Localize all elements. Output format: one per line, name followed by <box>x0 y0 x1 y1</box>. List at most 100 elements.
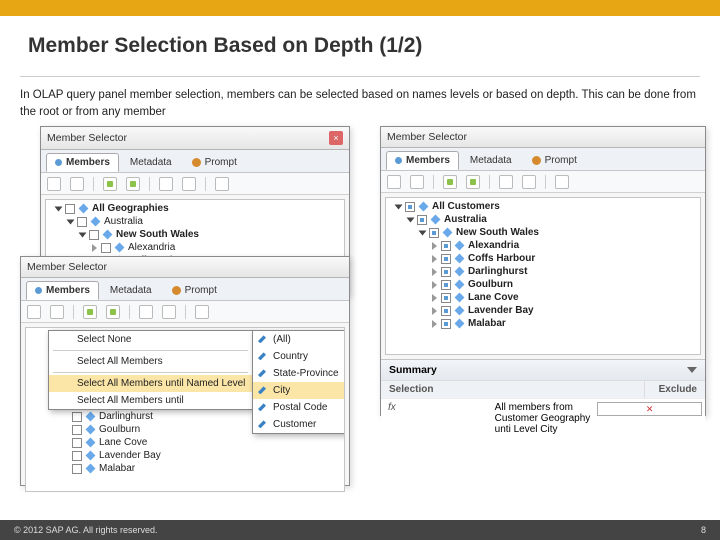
checkbox[interactable] <box>72 412 82 422</box>
tree-node[interactable]: Lavender Bay <box>99 450 161 461</box>
tree-node[interactable]: Goulburn <box>99 424 140 435</box>
tree-node[interactable]: All Customers <box>432 201 500 212</box>
level-option[interactable]: Country <box>253 348 345 365</box>
toolbar-icon[interactable] <box>499 175 513 189</box>
expand-icon[interactable] <box>432 281 437 289</box>
tree-node[interactable]: New South Wales <box>456 227 539 238</box>
expand-icon[interactable] <box>79 232 87 237</box>
toolbar-icon[interactable] <box>103 177 117 191</box>
tree-node[interactable]: Darlinghurst <box>99 411 153 422</box>
hierarchy-tree[interactable]: All Customers Australia New South Wales … <box>385 197 701 355</box>
delete-icon[interactable]: ✕ <box>597 402 702 416</box>
expand-icon[interactable] <box>92 244 97 252</box>
toolbar-icon[interactable] <box>195 305 209 319</box>
level-option[interactable]: City <box>253 382 345 399</box>
tree-node[interactable]: Alexandria <box>128 242 175 253</box>
tree-node[interactable]: Darlinghurst <box>468 266 527 277</box>
checkbox[interactable] <box>72 464 82 474</box>
toolbar-icon[interactable] <box>555 175 569 189</box>
toolbar-icon[interactable] <box>443 175 457 189</box>
expand-icon[interactable] <box>432 320 437 328</box>
expand-icon[interactable] <box>407 217 415 222</box>
checkbox[interactable] <box>72 438 82 448</box>
expand-icon[interactable] <box>432 242 437 250</box>
toolbar-icon[interactable] <box>387 175 401 189</box>
tree-node[interactable]: Lavender Bay <box>468 305 534 316</box>
tab-prompt[interactable]: Prompt <box>183 153 246 172</box>
tab-prompt[interactable]: Prompt <box>523 151 586 170</box>
level-option[interactable]: Customer <box>253 416 345 433</box>
tab-metadata[interactable]: Metadata <box>461 151 521 170</box>
toolbar-icon[interactable] <box>162 305 176 319</box>
toolbar-icon[interactable] <box>139 305 153 319</box>
menu-select-none[interactable]: Select None <box>49 331 252 348</box>
level-option[interactable]: State-Province <box>253 365 345 382</box>
summary-header[interactable]: Summary <box>381 359 705 380</box>
toolbar-icon[interactable] <box>159 177 173 191</box>
checkbox[interactable] <box>65 204 75 214</box>
level-option[interactable]: Postal Code <box>253 399 345 416</box>
toolbar-icon[interactable] <box>182 177 196 191</box>
menu-until-named[interactable]: Select All Members until Named Level <box>49 375 252 392</box>
checkbox[interactable] <box>417 215 427 225</box>
summary-row[interactable]: fx All members from Customer Geography u… <box>381 398 705 438</box>
level-label: State-Province <box>273 368 339 379</box>
expand-icon[interactable] <box>55 206 63 211</box>
checkbox[interactable] <box>441 267 451 277</box>
checkbox[interactable] <box>441 254 451 264</box>
menu-until[interactable]: Select All Members until <box>49 392 252 409</box>
toolbar-icon[interactable] <box>70 177 84 191</box>
tree-node[interactable]: Alexandria <box>468 240 519 251</box>
checkbox[interactable] <box>429 228 439 238</box>
toolbar-icon[interactable] <box>50 305 64 319</box>
checkbox[interactable] <box>72 425 82 435</box>
tree-node[interactable]: Australia <box>444 214 487 225</box>
expand-icon[interactable] <box>432 268 437 276</box>
checkbox[interactable] <box>441 241 451 251</box>
toolbar-icon[interactable] <box>215 177 229 191</box>
expand-icon[interactable] <box>395 204 403 209</box>
checkbox[interactable] <box>441 319 451 329</box>
toolbar-icon[interactable] <box>47 177 61 191</box>
expand-icon[interactable] <box>432 307 437 315</box>
checkbox[interactable] <box>72 451 82 461</box>
tree-node[interactable]: Goulburn <box>468 279 513 290</box>
checkbox[interactable] <box>441 280 451 290</box>
level-label: Postal Code <box>273 402 327 413</box>
checkbox[interactable] <box>441 293 451 303</box>
tab-members[interactable]: Members <box>386 151 459 170</box>
toolbar-icon[interactable] <box>410 175 424 189</box>
checkbox[interactable] <box>101 243 111 253</box>
expand-icon[interactable] <box>432 294 437 302</box>
menu-select-all[interactable]: Select All Members <box>49 353 252 370</box>
tree-node[interactable]: Lane Cove <box>468 292 519 303</box>
tab-prompt[interactable]: Prompt <box>163 281 226 300</box>
checkbox[interactable] <box>89 230 99 240</box>
tab-metadata[interactable]: Metadata <box>121 153 181 172</box>
toolbar-icon[interactable] <box>466 175 480 189</box>
toolbar-icon[interactable] <box>522 175 536 189</box>
toolbar-icon[interactable] <box>83 305 97 319</box>
tree-node[interactable]: All Geographies <box>92 203 169 214</box>
tab-members[interactable]: Members <box>26 281 99 300</box>
tab-metadata[interactable]: Metadata <box>101 281 161 300</box>
tree-node[interactable]: Lane Cove <box>99 437 147 448</box>
checkbox[interactable] <box>77 217 87 227</box>
close-icon[interactable]: × <box>329 131 343 145</box>
tree-node[interactable]: New South Wales <box>116 229 199 240</box>
toolbar-icon[interactable] <box>106 305 120 319</box>
toolbar-icon[interactable] <box>126 177 140 191</box>
tree-node[interactable]: Malabar <box>99 463 135 474</box>
tree-node[interactable]: Malabar <box>468 318 506 329</box>
expand-icon[interactable] <box>432 255 437 263</box>
hierarchy-tree[interactable]: Darlinghurst Goulburn Lane Cove Lavender… <box>25 327 345 492</box>
tree-node[interactable]: Coffs Harbour <box>468 253 535 264</box>
toolbar-icon[interactable] <box>27 305 41 319</box>
expand-icon[interactable] <box>419 230 427 235</box>
level-option[interactable]: (All) <box>253 331 345 348</box>
tab-members[interactable]: Members <box>46 153 119 172</box>
expand-icon[interactable] <box>67 219 75 224</box>
tree-node[interactable]: Australia <box>104 216 143 227</box>
checkbox[interactable] <box>441 306 451 316</box>
checkbox[interactable] <box>405 202 415 212</box>
